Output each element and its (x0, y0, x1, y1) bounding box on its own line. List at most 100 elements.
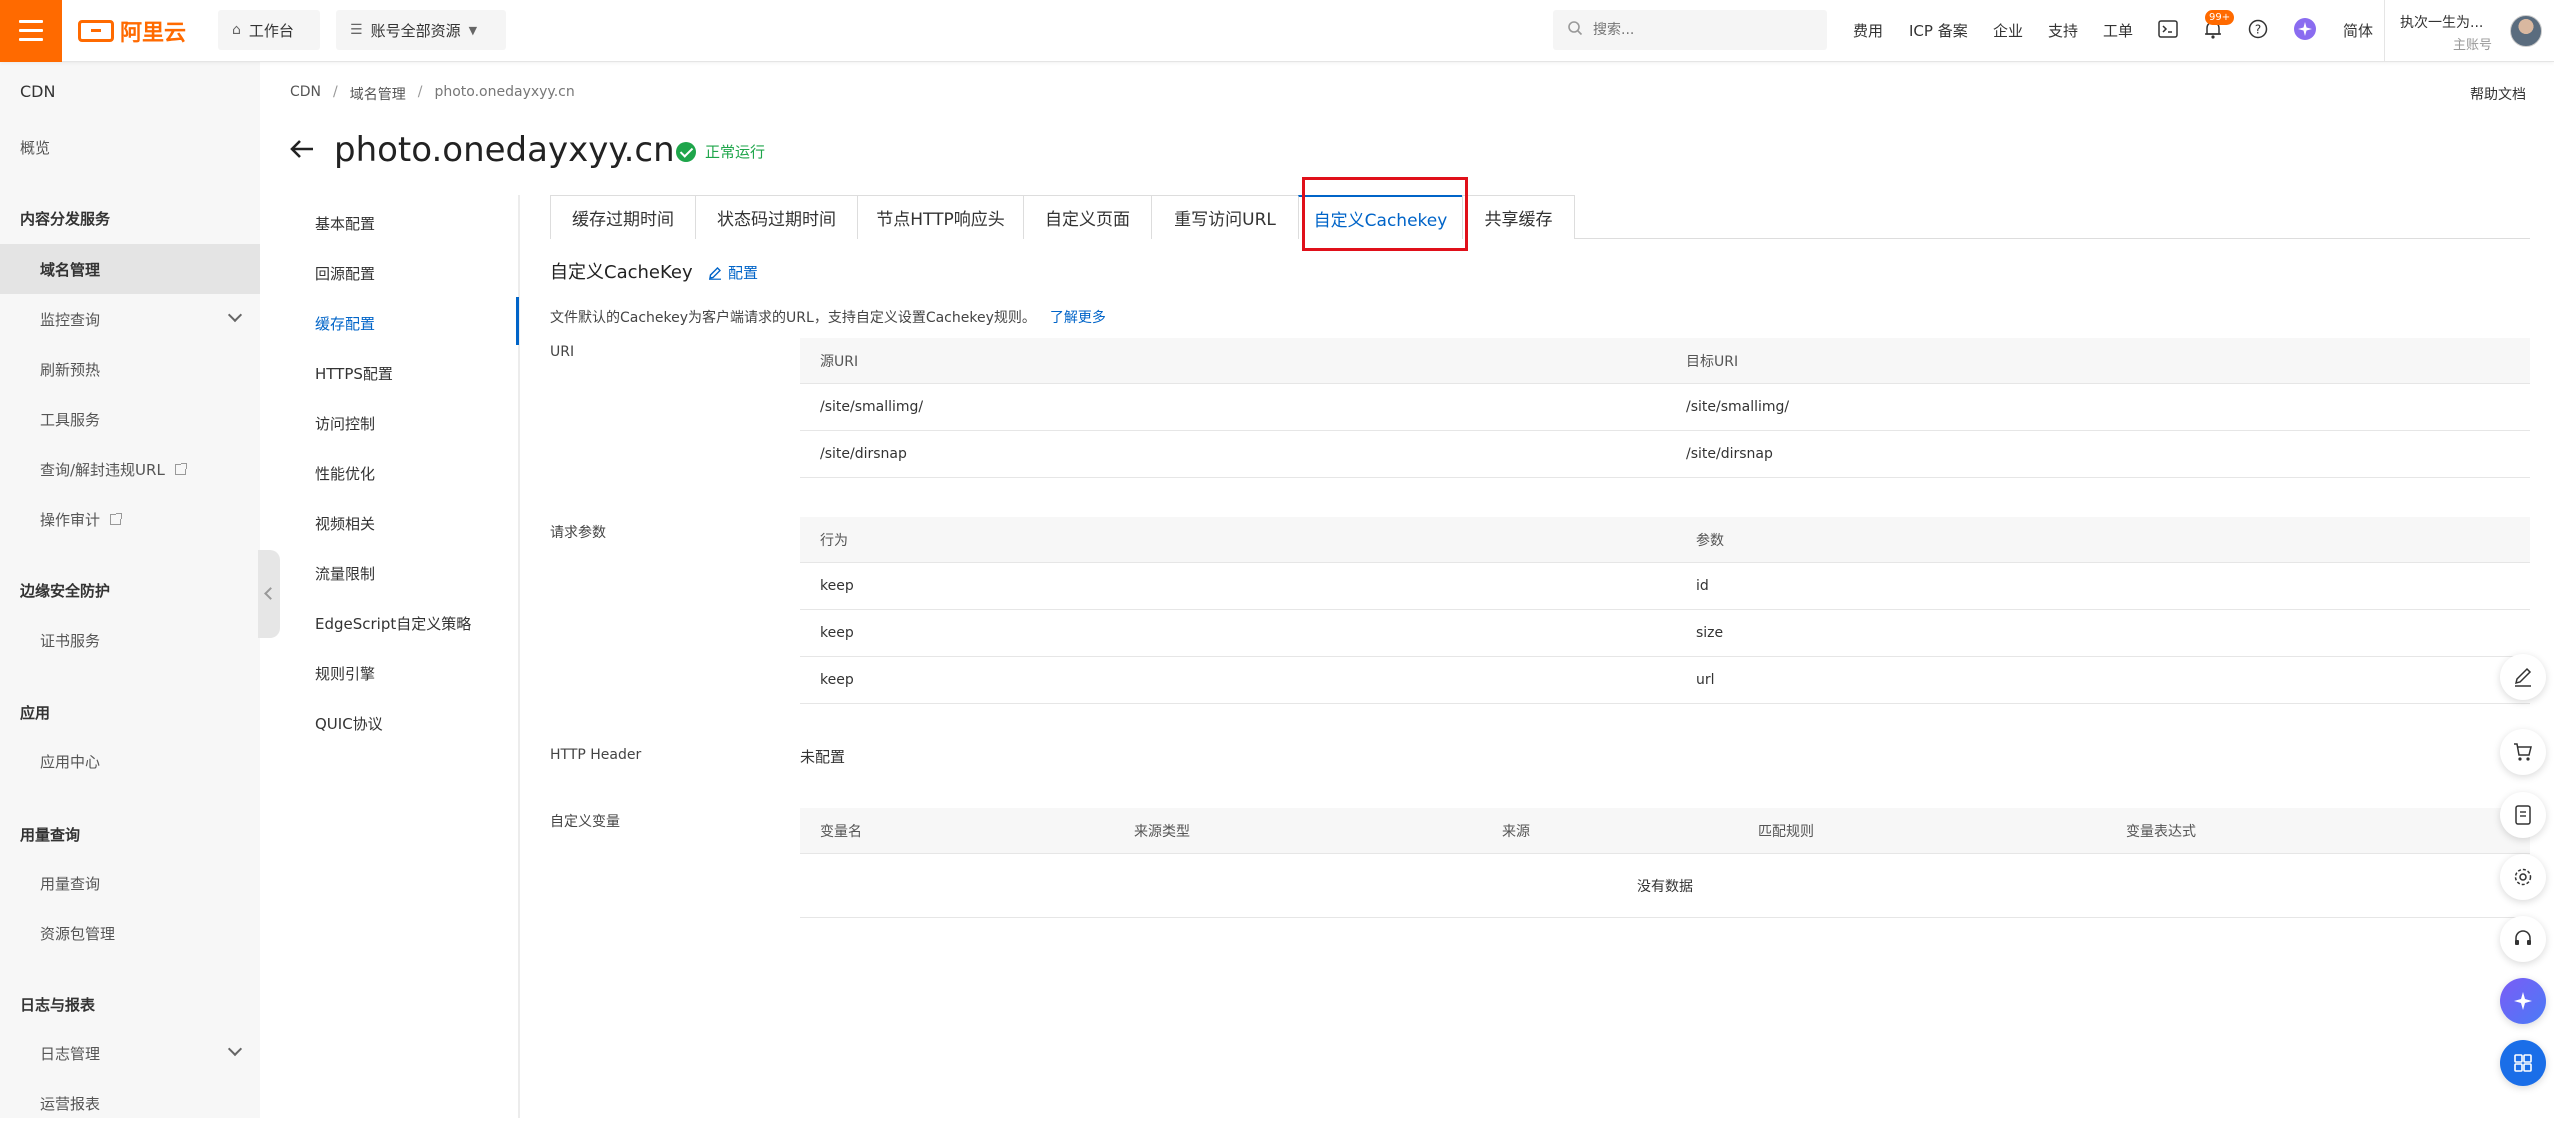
sidebar-item-violation-url[interactable]: 查询/解封违规URL (0, 444, 260, 494)
avatar[interactable] (2510, 15, 2542, 47)
subnav-access-control[interactable]: 访问控制 (315, 413, 375, 434)
back-arrow-icon[interactable] (288, 135, 316, 163)
column-header: 源URI (820, 353, 859, 370)
terminal-icon[interactable] (2155, 16, 2181, 42)
user-role: 主账号 (2453, 38, 2493, 53)
sidebar-item-resource-packages[interactable]: 资源包管理 (0, 908, 260, 958)
sidebar-group-logs[interactable]: 日志与报表 (20, 994, 95, 1015)
home-icon: ⌂ (232, 22, 241, 38)
sidebar-item-label: 查询/解封违规URL (40, 460, 165, 479)
tab-status-code-expiry[interactable]: 状态码过期时间 (695, 195, 858, 239)
subnav-https-config[interactable]: HTTPS配置 (315, 363, 393, 384)
sidebar-item-label: 监控查询 (40, 310, 101, 329)
table-row: keep size (800, 610, 2530, 657)
workbench-button[interactable]: ⌂ 工作台 (218, 10, 320, 50)
sidebar-group-content[interactable]: 内容分发服务 (20, 208, 110, 229)
sidebar-item-overview[interactable]: 概览 (20, 137, 50, 158)
subnav-traffic-limit[interactable]: 流量限制 (315, 563, 375, 584)
column-header: 变量名 (820, 823, 862, 840)
gear-icon[interactable] (2500, 854, 2546, 900)
nav-enterprise[interactable]: 企业 (1993, 20, 2023, 41)
sidebar-item-app-center[interactable]: 应用中心 (0, 736, 260, 786)
uri-label: URI (550, 344, 575, 360)
subnav-video[interactable]: 视频相关 (315, 513, 375, 534)
sidebar-group-usage[interactable]: 用量查询 (20, 824, 80, 845)
breadcrumb-cdn[interactable]: CDN (290, 84, 321, 104)
help-doc-link[interactable]: 帮助文档 (2470, 84, 2526, 104)
table-row: keep url (800, 657, 2530, 704)
logo-text: 阿里云 (120, 21, 187, 46)
user-name[interactable]: 执次一生为... (2400, 12, 2483, 32)
sidebar-item-label: 操作审计 (40, 510, 101, 529)
nav-fees[interactable]: 费用 (1853, 20, 1883, 41)
table-cell: id (1696, 578, 1709, 594)
table-cell: /site/dirsnap (1686, 446, 1773, 462)
ai-assistant-icon[interactable] (2292, 16, 2318, 42)
sidebar-group-security[interactable]: 边缘安全防护 (20, 580, 110, 601)
sidebar-item-tools[interactable]: 工具服务 (0, 394, 260, 444)
menu-icon[interactable] (0, 0, 62, 62)
sidebar-collapse-handle[interactable] (258, 550, 280, 638)
breadcrumb-separator: / (417, 84, 423, 100)
subnav-origin-config[interactable]: 回源配置 (315, 263, 375, 284)
tab-shared-cache[interactable]: 共享缓存 (1462, 195, 1575, 239)
column-header: 变量表达式 (2126, 823, 2196, 840)
document-icon[interactable] (2500, 792, 2546, 838)
sidebar-item-domain-management[interactable]: 域名管理 (0, 244, 260, 294)
help-icon[interactable]: ? (2245, 16, 2271, 42)
notification-badge: 99+ (2205, 10, 2235, 25)
language-switch[interactable]: 简体 (2343, 20, 2373, 41)
subnav-quic[interactable]: QUIC协议 (315, 713, 383, 734)
subnav-cache-config[interactable]: 缓存配置 (315, 313, 375, 334)
workbench-label: 工作台 (248, 21, 294, 40)
subnav-rule-engine[interactable]: 规则引擎 (315, 663, 375, 684)
table-cell: /site/smallimg/ (1686, 399, 1790, 415)
sidebar-item-operations-report[interactable]: 运营报表 (0, 1078, 260, 1128)
nav-ticket[interactable]: 工单 (2103, 20, 2133, 41)
table-cell: /site/smallimg/ (820, 399, 924, 415)
sidebar-item-label: 域名管理 (40, 260, 101, 279)
cart-icon[interactable] (2500, 729, 2546, 775)
subnav-performance[interactable]: 性能优化 (315, 463, 375, 484)
tab-http-response-header[interactable]: 节点HTTP响应头 (857, 195, 1024, 239)
http-header-value: 未配置 (800, 748, 846, 766)
sidebar-item-audit[interactable]: 操作审计 (0, 494, 260, 544)
sidebar-item-log-management[interactable]: 日志管理 (0, 1028, 260, 1078)
table-header: 行为 参数 (800, 517, 2530, 563)
column-header: 行为 (820, 532, 848, 549)
sidebar-item-certificates[interactable]: 证书服务 (0, 615, 260, 665)
subnav-edgescript[interactable]: EdgeScript自定义策略 (315, 613, 471, 634)
tab-cache-expiry[interactable]: 缓存过期时间 (550, 195, 696, 239)
chevron-down-icon: ▼ (468, 23, 478, 37)
tab-custom-page[interactable]: 自定义页面 (1023, 195, 1152, 239)
sidebar: CDN 概览 内容分发服务 域名管理 监控查询 刷新预热 工具服务 查询/解封违… (0, 62, 260, 1118)
nav-icp[interactable]: ICP 备案 (1909, 20, 1968, 41)
table-cell: size (1696, 625, 1724, 641)
uri-table: 源URI 目标URI /site/smallimg/ /site/smallim… (800, 338, 2530, 478)
edit-icon[interactable] (2500, 654, 2546, 700)
logo-icon (78, 20, 114, 42)
search-box[interactable] (1553, 10, 1827, 50)
learn-more-link[interactable]: 了解更多 (1050, 310, 1106, 326)
chevron-down-icon (227, 1041, 243, 1057)
sidebar-item-monitoring[interactable]: 监控查询 (0, 294, 260, 344)
table-cell: /site/dirsnap (820, 446, 907, 462)
search-icon (1567, 20, 1583, 40)
aliyun-logo[interactable]: 阿里云 (78, 16, 186, 46)
search-input[interactable] (1591, 21, 1811, 39)
nav-support[interactable]: 支持 (2048, 20, 2078, 41)
list-icon: ☰ (350, 22, 363, 38)
config-button[interactable]: 配置 (708, 262, 758, 283)
resource-dropdown[interactable]: ☰ 账号全部资源 ▼ (336, 10, 506, 50)
tab-rewrite-url[interactable]: 重写访问URL (1151, 195, 1299, 239)
sidebar-item-usage-query[interactable]: 用量查询 (0, 858, 260, 908)
sidebar-item-label: 应用中心 (40, 752, 101, 771)
subnav-basic-config[interactable]: 基本配置 (315, 213, 375, 234)
sidebar-group-apps[interactable]: 应用 (20, 702, 50, 723)
section-description: 文件默认的Cachekey为客户端请求的URL，支持自定义设置Cachekey规… (550, 307, 1106, 327)
headset-icon[interactable] (2500, 916, 2546, 962)
sidebar-item-refresh[interactable]: 刷新预热 (0, 344, 260, 394)
grid-icon[interactable] (2500, 1040, 2546, 1086)
breadcrumb-domain-management[interactable]: 域名管理 (350, 84, 406, 104)
ai-assistant-icon[interactable] (2500, 978, 2546, 1024)
